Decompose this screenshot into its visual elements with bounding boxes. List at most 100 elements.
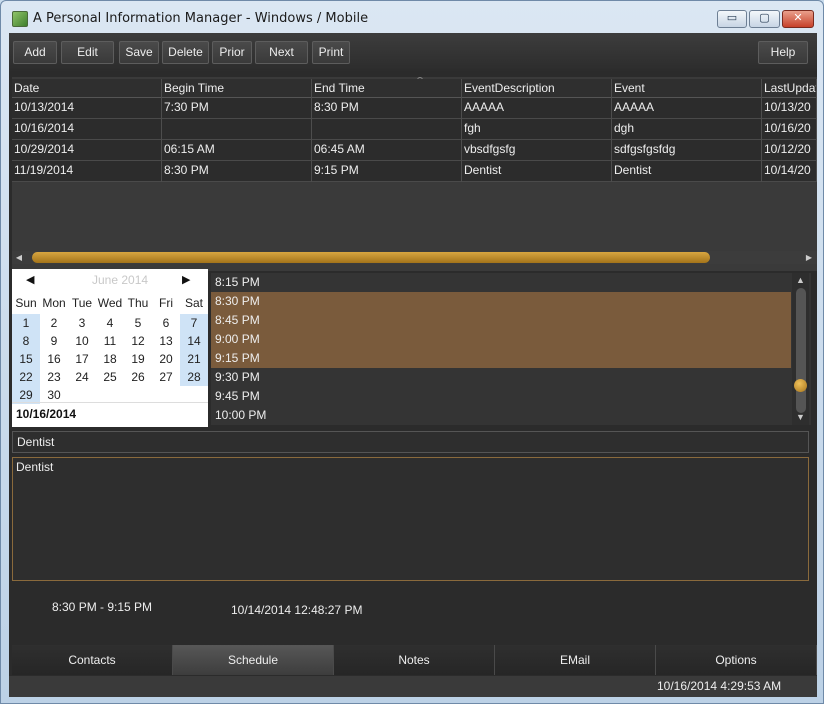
time-slot[interactable]: 9:30 PM bbox=[211, 368, 791, 387]
toolbar: Add Edit Save Delete Prior Next Print He… bbox=[9, 33, 817, 71]
window-title: A Personal Information Manager - Windows… bbox=[33, 11, 369, 26]
time-slot[interactable]: 8:30 PM bbox=[211, 292, 791, 311]
column-header-end-time[interactable]: End Time bbox=[312, 79, 462, 100]
table-cell: dgh bbox=[612, 119, 762, 140]
calendar-day[interactable]: 16 bbox=[40, 350, 68, 368]
title-bar[interactable]: A Personal Information Manager - Windows… bbox=[1, 1, 823, 34]
add-button[interactable]: Add bbox=[13, 41, 57, 64]
calendar-day[interactable]: 11 bbox=[96, 332, 124, 350]
calendar-month-title[interactable]: June 2014 bbox=[92, 273, 148, 287]
calendar-day[interactable]: 22 bbox=[12, 368, 40, 386]
calendar-day[interactable]: 18 bbox=[96, 350, 124, 368]
day-of-week-label: Mon bbox=[42, 296, 66, 310]
calendar-day[interactable]: 26 bbox=[124, 368, 152, 386]
calendar-day[interactable]: 6 bbox=[152, 314, 180, 332]
calendar-day[interactable]: 28 bbox=[180, 368, 208, 386]
calendar-day[interactable]: 27 bbox=[152, 368, 180, 386]
table-cell: Dentist bbox=[612, 161, 762, 182]
calendar-day[interactable]: 15 bbox=[12, 350, 40, 368]
column-header-event-description[interactable]: EventDescription bbox=[462, 79, 612, 100]
tab-contacts[interactable]: Contacts bbox=[12, 645, 173, 675]
table-cell: 10/16/2014 bbox=[12, 119, 162, 140]
client-area: Add Edit Save Delete Prior Next Print He… bbox=[9, 33, 817, 697]
event-subject-field[interactable]: Dentist bbox=[12, 431, 809, 453]
time-slot[interactable]: 8:15 PM bbox=[211, 273, 791, 292]
table-cell: 10/12/20 bbox=[762, 140, 817, 161]
event-description-field[interactable]: Dentist bbox=[12, 457, 809, 581]
time-slot[interactable]: 9:15 PM bbox=[211, 349, 791, 368]
scrollbar-thumb[interactable] bbox=[32, 252, 710, 263]
table-cell: AAAAA bbox=[462, 98, 612, 119]
tab-email[interactable]: EMail bbox=[495, 645, 656, 675]
save-button[interactable]: Save bbox=[119, 41, 159, 64]
calendar-day[interactable]: 20 bbox=[152, 350, 180, 368]
table-row[interactable]: 10/16/2014 fgh dgh 10/16/20 bbox=[12, 119, 817, 140]
app-icon bbox=[12, 11, 28, 27]
day-of-week-label: Sun bbox=[15, 296, 37, 310]
close-button[interactable]: ✕ bbox=[782, 10, 814, 28]
column-header-begin-time[interactable]: Begin Time bbox=[162, 79, 312, 100]
maximize-button[interactable]: ▢ bbox=[749, 10, 780, 28]
edit-button[interactable]: Edit bbox=[61, 41, 114, 64]
calendar-day[interactable]: 1 bbox=[12, 314, 40, 332]
calendar-day[interactable]: 21 bbox=[180, 350, 208, 368]
day-of-week-label: Sat bbox=[184, 296, 203, 310]
table-cell: 06:45 AM bbox=[312, 140, 462, 161]
vertical-scrollbar[interactable]: ▲ ▼ bbox=[792, 273, 809, 425]
column-header-last-updated[interactable]: LastUpdat bbox=[762, 79, 817, 100]
scroll-right-icon[interactable]: ▶ bbox=[804, 252, 814, 263]
table-row[interactable]: 11/19/2014 8:30 PM 9:15 PM Dentist Denti… bbox=[12, 161, 817, 182]
calendar-day[interactable]: 19 bbox=[124, 350, 152, 368]
calendar-day[interactable]: 12 bbox=[124, 332, 152, 350]
calendar-day[interactable]: 14 bbox=[180, 332, 208, 350]
events-grid: Date Begin Time End Time EventDescriptio… bbox=[12, 77, 817, 271]
table-cell: 9:15 PM bbox=[312, 161, 462, 182]
calendar-day[interactable]: 4 bbox=[96, 314, 124, 332]
table-row[interactable]: 10/13/2014 7:30 PM 8:30 PM AAAAA AAAAA 1… bbox=[12, 98, 817, 119]
scroll-left-icon[interactable]: ◀ bbox=[14, 252, 24, 263]
calendar-divider bbox=[12, 402, 208, 403]
calendar-day[interactable]: 25 bbox=[96, 368, 124, 386]
horizontal-scrollbar[interactable]: ◀ ▶ bbox=[12, 251, 817, 264]
event-time-range: 8:30 PM - 9:15 PM bbox=[52, 600, 153, 614]
prior-button[interactable]: Prior bbox=[212, 41, 252, 64]
time-slot[interactable]: 10:00 PM bbox=[211, 406, 791, 425]
scrollbar-track[interactable] bbox=[796, 288, 806, 413]
next-button[interactable]: Next bbox=[255, 41, 308, 64]
calendar-day[interactable]: 7 bbox=[180, 314, 208, 332]
table-cell: 10/29/2014 bbox=[12, 140, 162, 161]
table-cell: 8:30 PM bbox=[312, 98, 462, 119]
calendar-day[interactable]: 10 bbox=[68, 332, 96, 350]
calendar-day[interactable]: 2 bbox=[40, 314, 68, 332]
calendar-day[interactable]: 17 bbox=[68, 350, 96, 368]
table-row[interactable]: 10/29/2014 06:15 AM 06:45 AM vbsdfgsfg s… bbox=[12, 140, 817, 161]
scroll-up-icon[interactable]: ▲ bbox=[792, 274, 809, 286]
time-slot[interactable]: 8:45 PM bbox=[211, 311, 791, 330]
calendar-day[interactable]: 23 bbox=[40, 368, 68, 386]
calendar-day[interactable]: 3 bbox=[68, 314, 96, 332]
calendar-day[interactable]: 5 bbox=[124, 314, 152, 332]
table-cell: Dentist bbox=[462, 161, 612, 182]
calendar-day[interactable]: 13 bbox=[152, 332, 180, 350]
table-cell: vbsdfgsfg bbox=[462, 140, 612, 161]
column-header-event[interactable]: Event bbox=[612, 79, 762, 100]
tab-notes[interactable]: Notes bbox=[334, 645, 495, 675]
prev-month-icon[interactable]: ◀ bbox=[26, 273, 34, 286]
scroll-down-icon[interactable]: ▼ bbox=[792, 411, 809, 423]
tab-schedule[interactable]: Schedule bbox=[173, 645, 334, 675]
table-cell: fgh bbox=[462, 119, 612, 140]
minimize-button[interactable]: ▭ bbox=[717, 10, 747, 28]
table-cell bbox=[162, 119, 312, 140]
scrollbar-thumb[interactable] bbox=[794, 379, 807, 392]
calendar-day[interactable]: 24 bbox=[68, 368, 96, 386]
delete-button[interactable]: Delete bbox=[162, 41, 209, 64]
print-button[interactable]: Print bbox=[312, 41, 350, 64]
calendar-day[interactable]: 9 bbox=[40, 332, 68, 350]
help-button[interactable]: Help bbox=[758, 41, 808, 64]
calendar-day[interactable]: 8 bbox=[12, 332, 40, 350]
next-month-icon[interactable]: ▶ bbox=[182, 273, 190, 286]
column-header-date[interactable]: Date bbox=[12, 79, 162, 100]
tab-options[interactable]: Options bbox=[656, 645, 817, 675]
time-slot[interactable]: 9:45 PM bbox=[211, 387, 791, 406]
time-slot[interactable]: 9:00 PM bbox=[211, 330, 791, 349]
